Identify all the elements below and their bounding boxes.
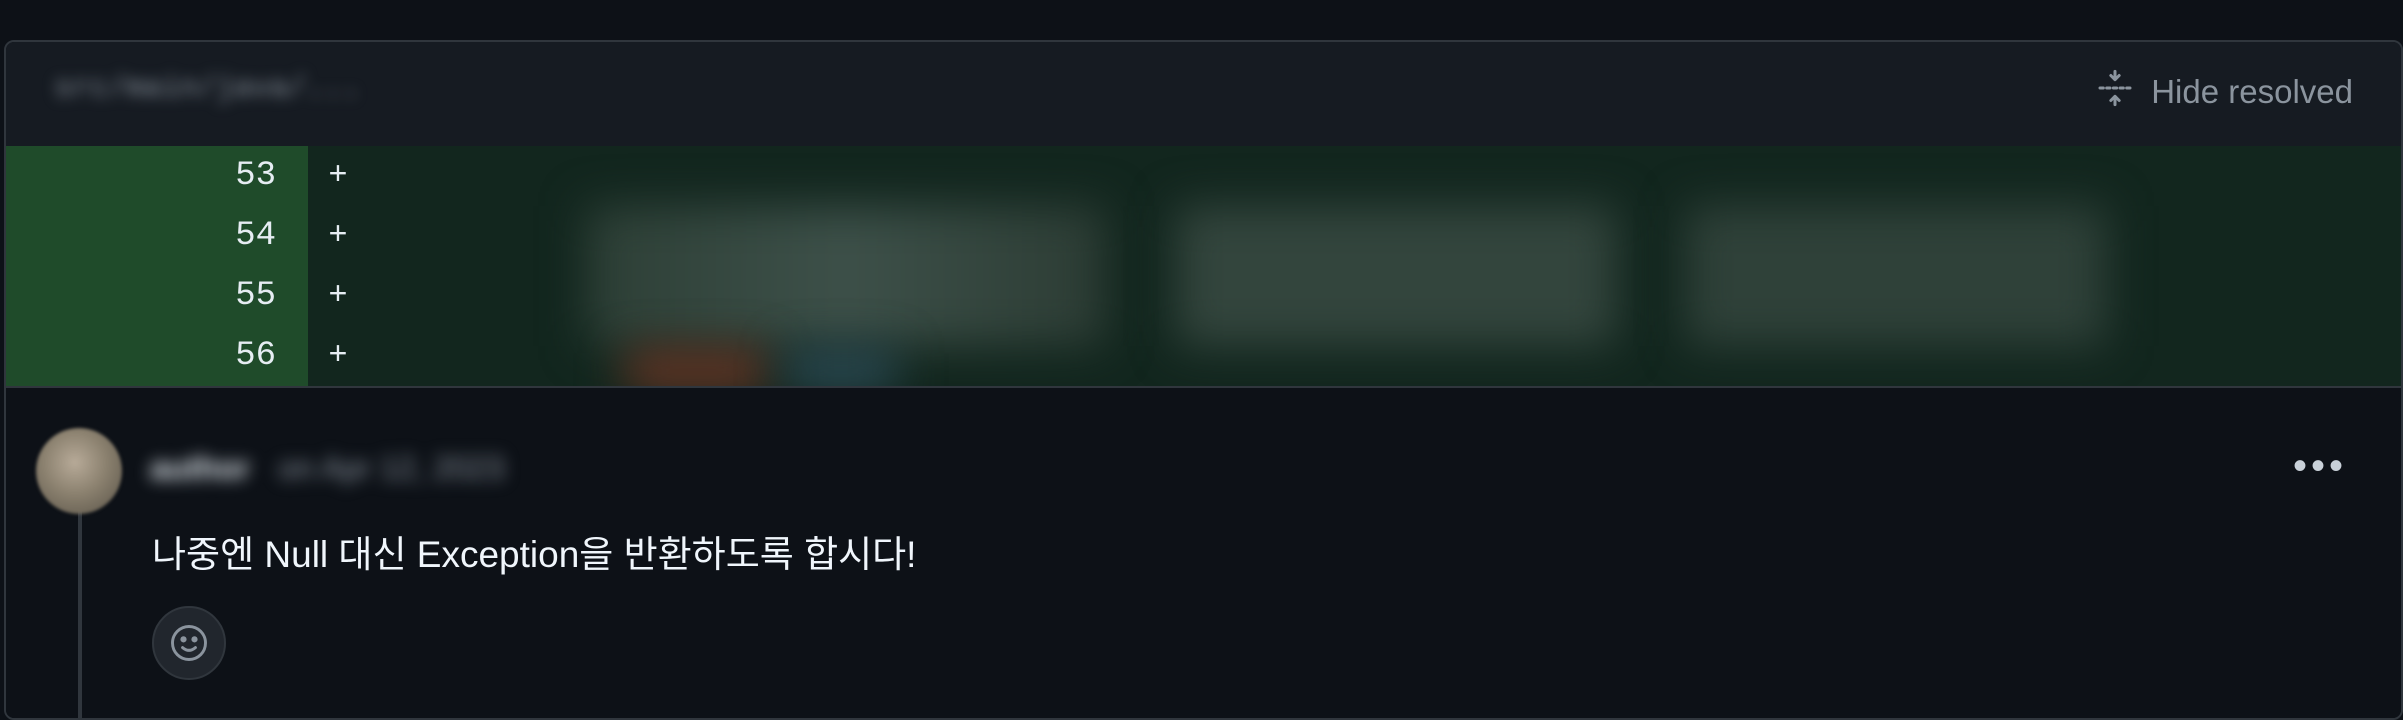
added-marker: + [328, 277, 348, 314]
comment-body: 나중엔 Null 대신 Exception을 반환하도록 합시다! [152, 534, 917, 575]
line-number[interactable]: 53 [6, 146, 308, 206]
diff-line: 56 + [6, 326, 2401, 386]
added-marker: + [328, 157, 348, 194]
hide-resolved-label: Hide resolved [2151, 73, 2353, 110]
line-number[interactable]: 55 [6, 266, 308, 326]
smiley-icon [171, 625, 207, 661]
timeline-line [78, 508, 82, 718]
diff-line: 54 + [6, 206, 2401, 266]
comment-timestamp[interactable]: on Apr 12, 2023 [278, 450, 504, 486]
review-thread: src/main/java/... Hide resolved 53 + 54 … [4, 40, 2403, 720]
avatar[interactable] [36, 428, 122, 514]
fold-icon [2095, 68, 2135, 116]
added-marker: + [328, 217, 348, 254]
comment-author-line: author on Apr 12, 2023 [150, 450, 504, 487]
hide-resolved-button[interactable]: Hide resolved [2095, 68, 2353, 116]
added-marker: + [328, 337, 348, 374]
line-number[interactable]: 56 [6, 326, 308, 386]
more-options-button[interactable]: ••• [2293, 444, 2347, 489]
comment-author[interactable]: author [150, 450, 250, 486]
line-number[interactable]: 54 [6, 206, 308, 266]
diff-line: 53 + [6, 146, 2401, 206]
file-path[interactable]: src/main/java/... [54, 72, 360, 106]
comment: author on Apr 12, 2023 ••• 나중엔 Null 대신 E… [6, 386, 2401, 718]
diff-hunk: 53 + 54 + 55 + 56 + [6, 146, 2401, 386]
file-header: src/main/java/... Hide resolved [6, 42, 2401, 148]
add-reaction-button[interactable] [152, 606, 226, 680]
diff-line: 55 + [6, 266, 2401, 326]
